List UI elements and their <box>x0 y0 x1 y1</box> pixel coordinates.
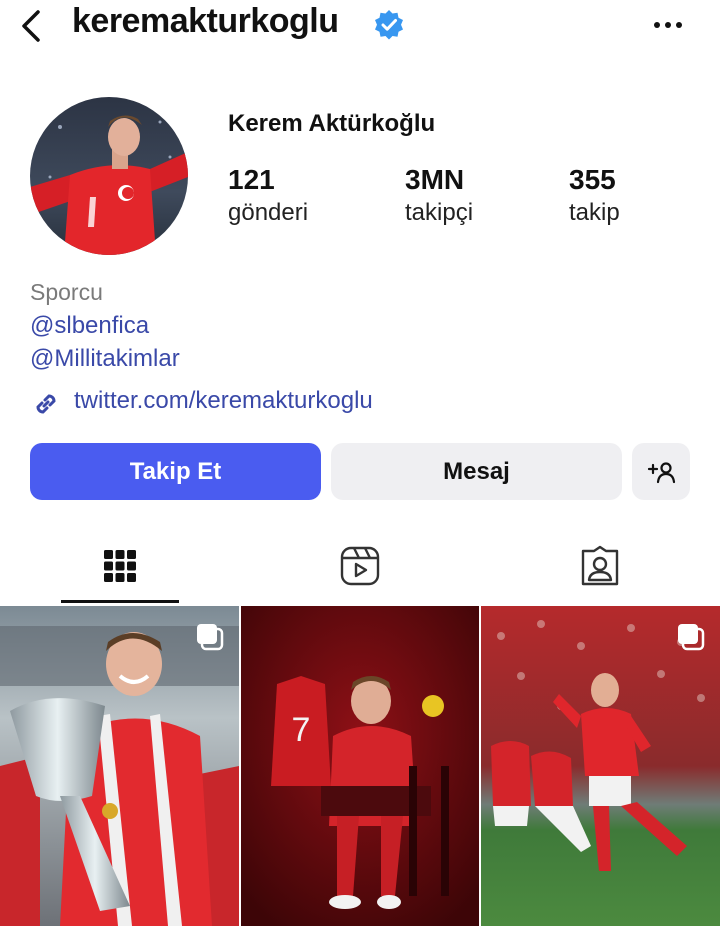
chevron-left-icon <box>22 10 40 42</box>
following-count: 355 <box>569 164 616 195</box>
multiple-posts-icon <box>678 624 705 651</box>
suggest-users-button[interactable] <box>632 443 690 500</box>
svg-text:7: 7 <box>292 711 311 749</box>
profile-avatar[interactable] <box>30 97 188 255</box>
profile-external-link[interactable]: twitter.com/keremakturkoglu <box>74 387 373 415</box>
posts-label: gönderi <box>228 199 309 226</box>
more-horizontal-icon <box>654 22 682 28</box>
followers-stat[interactable]: 3MN takipçi <box>405 163 473 229</box>
follow-button[interactable]: Takip Et <box>30 443 321 500</box>
mention-link-millitakimlar[interactable]: @Millitakimlar <box>30 345 180 373</box>
add-user-icon <box>647 461 676 483</box>
more-options-button[interactable] <box>648 10 688 40</box>
followers-count: 3MN <box>405 164 465 195</box>
post-thumbnail-jersey[interactable]: 7 <box>241 606 479 926</box>
message-button[interactable]: Mesaj <box>331 443 622 500</box>
tab-posts-grid[interactable] <box>90 540 150 592</box>
link-icon <box>30 388 62 420</box>
posts-stat[interactable]: 121 gönderi <box>228 163 308 229</box>
tab-tagged[interactable] <box>570 540 630 592</box>
followers-label: takipçi <box>405 199 474 226</box>
post-image: 7 <box>241 606 479 926</box>
mention-link-benfica[interactable]: @slbenfica <box>30 312 149 340</box>
multiple-posts-icon <box>197 624 224 651</box>
profile-full-name: Kerem Aktürkoğlu <box>228 110 436 137</box>
active-tab-indicator <box>61 600 179 603</box>
post-thumbnail-trophy[interactable] <box>0 606 239 926</box>
post-image <box>0 606 239 926</box>
tagged-icon <box>581 545 619 586</box>
back-button[interactable] <box>12 6 52 46</box>
following-stat[interactable]: 355 takip <box>569 163 620 229</box>
verified-badge-icon <box>373 9 405 41</box>
following-label: takip <box>569 199 620 226</box>
grid-icon <box>104 550 136 582</box>
posts-count: 121 <box>228 164 275 195</box>
profile-username: keremakturkoglu <box>72 2 339 40</box>
post-thumbnail-celebration[interactable] <box>481 606 720 926</box>
post-image <box>481 606 720 926</box>
tab-reels[interactable] <box>330 540 390 592</box>
profile-category: Sporcu <box>30 279 103 305</box>
reels-icon <box>340 546 380 586</box>
